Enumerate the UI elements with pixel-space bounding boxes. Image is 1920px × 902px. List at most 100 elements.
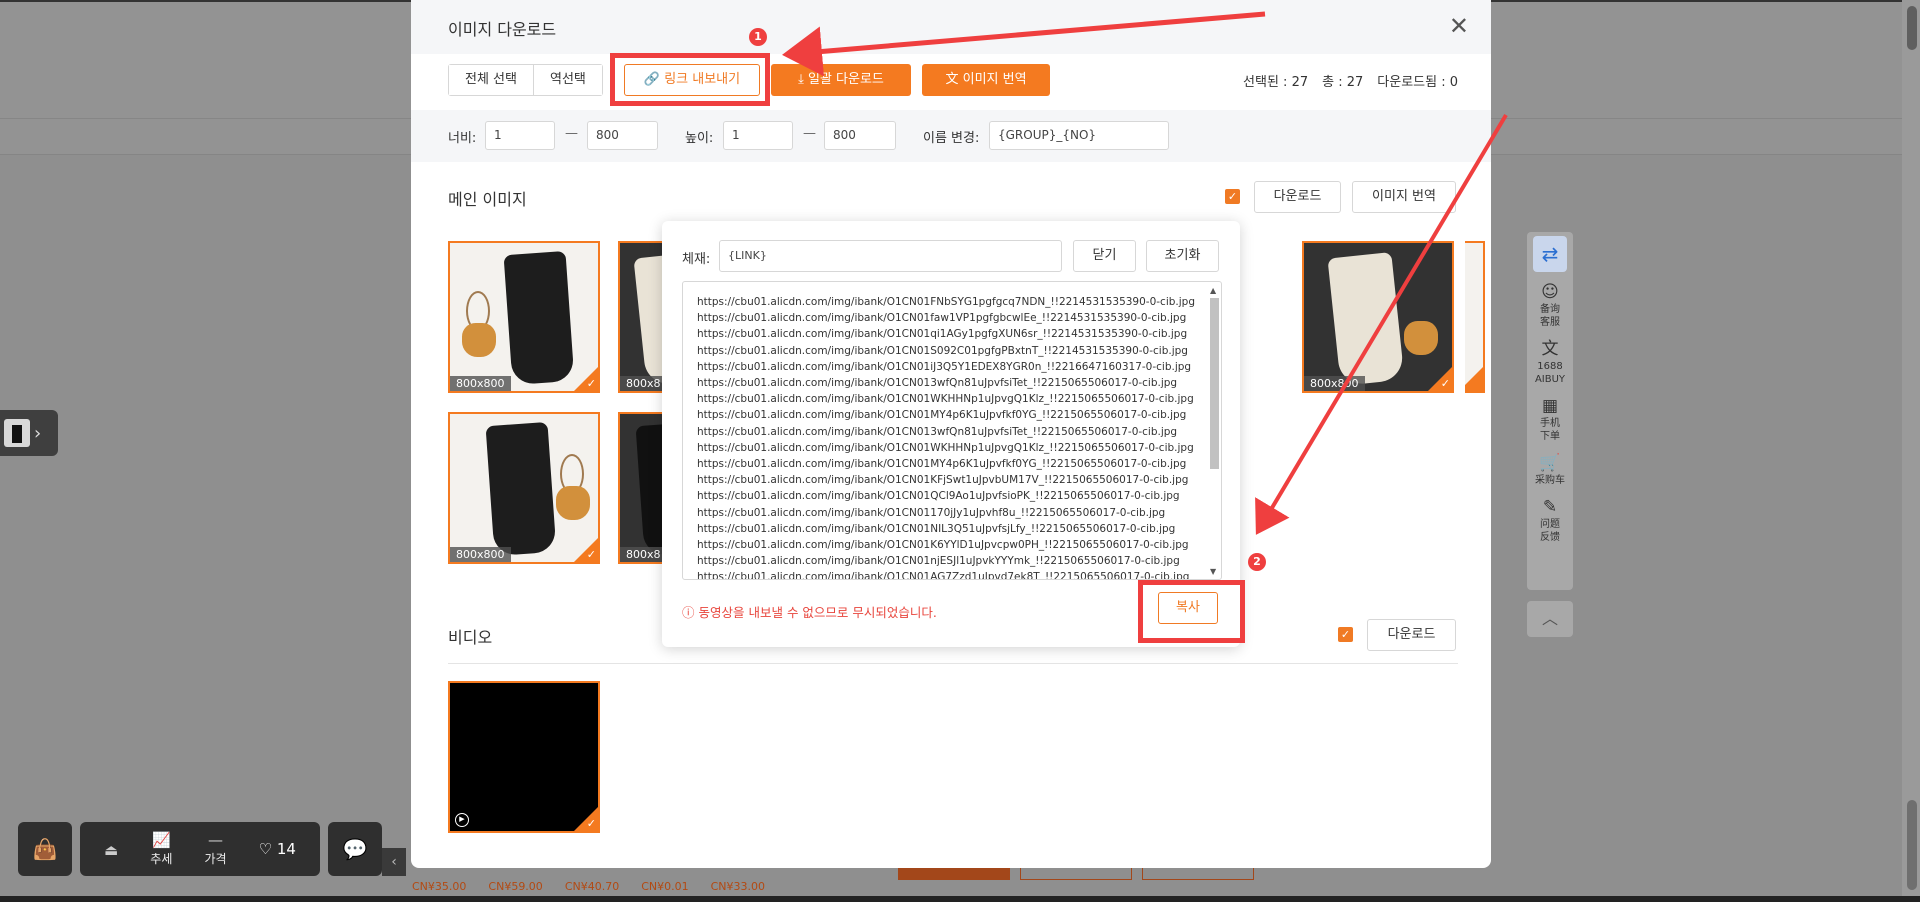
side-toolbar: ⇄ ☺ 备询 客服 文 1688 AIBUY ▦ 手机 下单 🛒 采购车 ✎ 问题 反馈 [1527,232,1573,590]
image-size-tag: 800x800 [450,547,511,562]
chat-button[interactable]: 💬 [328,822,382,876]
bag [462,323,496,357]
skirt-image [1327,252,1405,386]
background-buy-button[interactable] [898,868,1010,880]
main-image-thumbnail-partial[interactable] [1465,241,1485,393]
width-max-input[interactable]: 800 [587,121,658,150]
main-image-thumbnail[interactable]: 800x800 ✓ [448,412,600,564]
heart-icon: ♡ [258,840,273,858]
link-line: https://cbu01.alicdn.com/img/ibank/O1CN0… [697,490,1180,503]
link-line: https://cbu01.alicdn.com/img/ibank/O1CN0… [697,425,1178,438]
link-line: https://cbu01.alicdn.com/img/ibank/O1CN0… [697,458,1187,471]
check-icon: ✓ [1440,377,1450,390]
section-divider [448,663,1458,664]
links-scrollbar-thumb[interactable] [1210,298,1219,469]
rename-label: 이름 변경: [923,131,980,146]
trend-button[interactable]: 📈 추세 [150,831,172,867]
video-checkbox[interactable]: ✓ [1338,627,1353,642]
main-image-thumbnail[interactable]: 800x800 ✓ [1302,241,1454,393]
link-line: https://cbu01.alicdn.com/img/ibank/O1CN0… [697,522,1176,535]
image-size-tag: 800x8 [620,376,667,391]
scroll-up-arrow-icon[interactable]: ▲ [1210,286,1216,295]
links-list: https://cbu01.alicdn.com/img/ibank/O1CN0… [683,282,1221,580]
invert-selection-button[interactable]: 역선택 [532,65,602,95]
check-icon: ✓ [586,548,596,561]
trend-label: 추세 [150,852,173,866]
background-other-button[interactable] [1142,868,1254,880]
bulk-download-label: 일괄 다운로드 [807,72,884,87]
width-min-input[interactable]: 1 [485,121,555,150]
annotation-box-export-links [610,53,770,106]
price-text: CN¥59.00 [488,880,543,893]
side-tool-mobile-order[interactable]: ▦ 手机 下单 [1529,395,1571,443]
collapse-up-button[interactable]: ⏏ [104,841,118,859]
side-tool-cart[interactable]: 🛒 采购车 [1529,452,1571,487]
size-settings-row: 너비: 1 — 800 높이: 1 — 800 이름 변경: {GROUP}_{… [411,110,1491,162]
height-max-input[interactable]: 800 [824,121,896,150]
close-icon[interactable]: ✕ [1449,12,1469,40]
total-count: 총 : 27 [1322,75,1364,90]
main-images-title: 메인 이미지 [448,190,527,209]
side-tool-service[interactable]: ☺ 备询 客服 [1529,281,1571,329]
rename-pattern-input[interactable]: {GROUP}_{NO} [989,121,1169,150]
main-images-checkbox[interactable]: ✓ [1225,189,1240,204]
annotation-box-copy [1138,580,1245,643]
side-tool-aibuy[interactable]: 文 1688 AIBUY [1529,338,1571,386]
side-tool-feedback[interactable]: ✎ 问题 反馈 [1529,496,1571,544]
link-line: https://cbu01.alicdn.com/img/ibank/O1CN0… [697,393,1194,406]
video-download-button[interactable]: 다운로드 [1367,619,1456,651]
annotation-step-1: 1 [749,28,767,46]
scroll-top-button[interactable]: ︿ [1527,601,1573,637]
collapse-bottom-bar-button[interactable]: ‹ [382,848,406,876]
image-size-tag: 800x800 [1304,376,1365,391]
side-tool-label: 备询 客服 [1540,304,1560,328]
check-icon: ✓ [586,377,596,390]
modal-title: 이미지 다운로드 [448,20,557,39]
scroll-down-arrow-icon[interactable]: ▼ [1210,567,1216,576]
popup-close-button[interactable]: 닫기 [1073,240,1136,272]
video-thumbnail[interactable]: ▶ ✓ [448,681,600,833]
aibuy-icon: 文 [1541,339,1559,359]
link-line: https://cbu01.alicdn.com/img/ibank/O1CN0… [697,360,1192,373]
side-tool-translate[interactable]: ⇄ [1529,236,1571,272]
image-size-tag: 800x800 [450,376,511,391]
page-scrollbar[interactable] [1902,0,1920,902]
link-line: https://cbu01.alicdn.com/img/ibank/O1CN0… [697,571,1190,580]
chevron-up-icon: ︿ [1541,609,1558,628]
selection-stats: 선택된 : 27 총 : 27 다운로드됨 : 0 [1243,71,1458,90]
chevron-right-icon: › [34,422,42,444]
replace-template-input[interactable]: {LINK} [719,240,1062,272]
background-cart-button[interactable] [1020,868,1132,880]
links-scrollbar[interactable]: ▲ ▼ [1209,286,1219,576]
bag [1404,321,1438,355]
link-line: https://cbu01.alicdn.com/img/ibank/O1CN0… [697,409,1187,422]
translate-icon: 文 [945,72,959,87]
floating-product-thumbnail[interactable]: › [0,410,58,456]
main-image-thumbnail[interactable]: 800x800 ✓ [448,241,600,393]
links-textarea[interactable]: https://cbu01.alicdn.com/img/ibank/O1CN0… [682,281,1222,580]
page-scrollbar-thumb-lower[interactable] [1907,800,1917,890]
likes-button[interactable]: ♡ 14 [259,840,296,858]
chat-icon: 💬 [342,837,368,861]
popup-reset-button[interactable]: 초기화 [1146,240,1219,272]
height-min-input[interactable]: 1 [723,121,793,150]
main-images-download-button[interactable]: 다운로드 [1254,181,1341,213]
price-button[interactable]: — 가격 [204,831,226,867]
side-tool-label: 问题 反馈 [1540,519,1560,543]
trend-icon: 📈 [151,831,171,849]
translate-images-button[interactable]: 文 이미지 번역 [922,64,1050,96]
downloaded-count: 다운로드됨 : 0 [1377,75,1458,90]
select-all-button[interactable]: 전체 선택 [449,65,533,95]
video-title: 비디오 [448,628,493,647]
page-scrollbar-thumb[interactable] [1907,6,1917,50]
download-icon: ⤓ [798,72,804,87]
feedback-icon: ✎ [1542,497,1558,517]
link-line: https://cbu01.alicdn.com/img/ibank/O1CN0… [697,441,1194,454]
warning-text: 동영상을 내보낼 수 없으므로 무시되었습니다. [698,605,937,620]
main-images-translate-button[interactable]: 이미지 번역 [1352,181,1456,213]
background-price-list: CN¥35.00 CN¥59.00 CN¥40.70 CN¥0.01 CN¥33… [412,880,765,893]
bulk-download-button[interactable]: ⤓ 일괄 다운로드 [771,64,911,96]
width-label: 너비: [448,131,477,146]
check-icon: ✓ [586,817,596,830]
shopping-bag-button[interactable]: 👜 [18,822,72,876]
